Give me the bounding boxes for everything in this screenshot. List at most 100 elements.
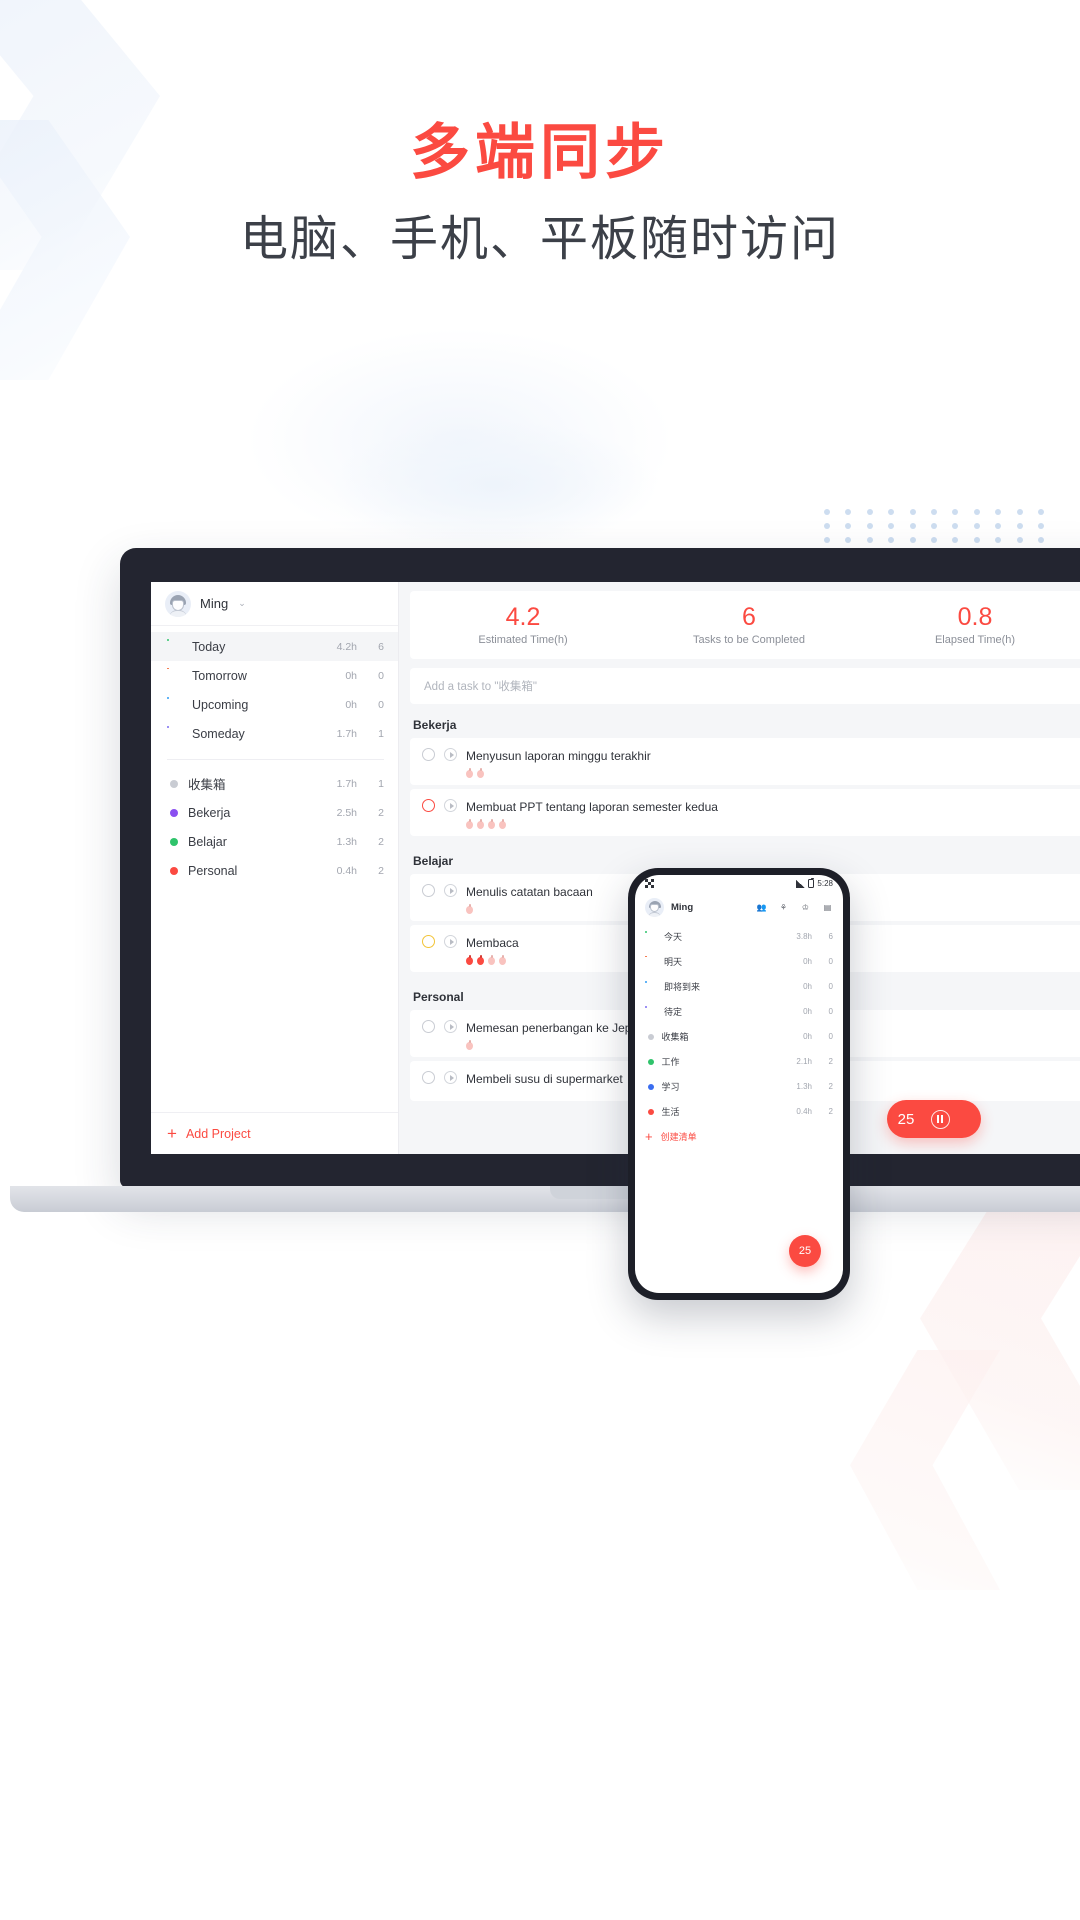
phone-nav-item[interactable]: 待定 0h 0 [635, 999, 843, 1024]
sidebar-item-label: Upcoming [192, 697, 249, 712]
stat-label: Elapsed Time(h) [934, 633, 1016, 646]
pomodoro-dot [466, 1040, 473, 1050]
phone-project-item[interactable]: 生活 0.4h 2 [635, 1099, 843, 1124]
avatar[interactable] [645, 897, 664, 917]
bird-icon[interactable]: ⚘ [778, 902, 789, 913]
profile-row[interactable]: Ming ⌄ [151, 582, 398, 626]
sidebar-item-label: Someday [192, 726, 245, 741]
sidebar-item-upcoming[interactable]: Upcoming 0h 0 [151, 690, 398, 719]
stat-card: 6 Tasks to be Completed [636, 604, 862, 646]
project-color-dot [647, 1083, 654, 1090]
phone-project-item[interactable]: 工作 2.1h 2 [635, 1049, 843, 1074]
add-project-button[interactable]: + Add Project [151, 1112, 398, 1154]
sun-icon [645, 930, 656, 942]
phone-nav-item[interactable]: 明天 0h 0 [635, 949, 843, 974]
stat-value: 4.2 [505, 603, 541, 632]
play-icon[interactable] [444, 748, 457, 761]
phone-nav-item[interactable]: 今天 3.8h 6 [635, 924, 843, 949]
task-row[interactable]: Menyusun laporan minggu terakhir [410, 738, 1080, 785]
play-icon[interactable] [444, 799, 457, 812]
play-icon[interactable] [444, 1071, 457, 1084]
phone-nav-label: 明天 [664, 957, 683, 967]
stat-label: Tasks to be Completed [693, 633, 805, 646]
phone-mockup: 5:28 Ming 👥 ⚘ ♔ ▤ 今天 3.8h 6 明天 0h 0 即将到来 0h 0 待定 0h 0 收… [628, 868, 850, 1300]
phone-nav-count: 0 [828, 982, 833, 991]
task-title: Menyusun laporan minggu terakhir [466, 749, 651, 763]
chevron-decoration-right [850, 1350, 1000, 1590]
phone-nav-time: 0h [803, 957, 812, 966]
sidebar-item-today[interactable]: Today 4.2h 6 [151, 632, 398, 661]
chevron-down-icon[interactable]: ⌄ [238, 598, 246, 609]
task-title: Menulis catatan bacaan [466, 885, 593, 899]
play-icon[interactable] [444, 935, 457, 948]
play-icon[interactable] [444, 884, 457, 897]
project-time: 0.4h [336, 864, 357, 877]
task-row[interactable]: Membuat PPT tentang laporan semester ked… [410, 789, 1080, 836]
stat-card: 4.2 Estimated Time(h) [410, 603, 636, 646]
sidebar-project-item[interactable]: Personal 0.4h 2 [151, 856, 398, 885]
trophy-icon[interactable]: ♔ [800, 902, 811, 913]
sidebar-project-item[interactable]: Bekerja 2.5h 2 [151, 798, 398, 827]
pomodoro-dot [477, 955, 484, 965]
add-task-input[interactable]: Add a task to "收集箱" [410, 668, 1080, 704]
phone-toolbar: 👥 ⚘ ♔ ▤ [756, 902, 833, 913]
add-project-label: Add Project [185, 1126, 251, 1141]
pomodoro-dot [466, 819, 473, 829]
sidebar-item-someday[interactable]: Someday 1.7h 1 [151, 719, 398, 748]
project-count: 2 [378, 806, 384, 819]
task-checkbox[interactable] [422, 748, 435, 761]
plus-icon: + [167, 1124, 177, 1143]
task-checkbox[interactable] [422, 1071, 435, 1084]
page-subtitle: 电脑、手机、平板随时访问 [239, 212, 840, 266]
stats-icon[interactable]: ▤ [822, 902, 833, 913]
create-list-label: 创建清单 [660, 1132, 697, 1142]
task-pomodoros [466, 819, 1074, 829]
sidebar-item-count: 1 [378, 727, 384, 740]
avatar [165, 590, 191, 617]
phone-project-count: 0 [828, 1032, 833, 1041]
create-list-button[interactable]: + 创建清单 [635, 1124, 843, 1149]
phone-nav-item[interactable]: 即将到来 0h 0 [635, 974, 843, 999]
phone-screen: 5:28 Ming 👥 ⚘ ♔ ▤ 今天 3.8h 6 明天 0h 0 即将到来 0h 0 待定 0h 0 收… [635, 875, 843, 1293]
people-icon[interactable]: 👥 [756, 902, 767, 913]
sidebar-project-item[interactable]: Belajar 1.3h 2 [151, 827, 398, 856]
sidebar-project-item[interactable]: 收集箱 1.7h 1 [151, 769, 398, 798]
phone-project-label: 学习 [661, 1082, 680, 1092]
sidebar-item-time: 4.2h [336, 640, 357, 653]
sidebar-item-label: Tomorrow [192, 668, 247, 683]
phone-project-label: 收集箱 [661, 1032, 689, 1042]
phone-project-time: 2.1h [796, 1057, 812, 1066]
phone-pomodoro-button[interactable]: 25 [789, 1235, 821, 1267]
pomodoro-dot [466, 955, 473, 965]
phone-project-item[interactable]: 收集箱 0h 0 [635, 1024, 843, 1049]
stat-card: 0.8 Elapsed Time(h) [862, 604, 1080, 646]
pomodoro-dot [466, 768, 473, 778]
pomodoro-timer-button[interactable]: 25 [887, 1100, 981, 1138]
project-time: 2.5h [336, 806, 357, 819]
phone-project-item[interactable]: 学习 1.3h 2 [635, 1074, 843, 1099]
headline-block: 多端同步 电脑、手机、平板随时访问 [0, 118, 1080, 268]
task-checkbox[interactable] [422, 935, 435, 948]
task-checkbox[interactable] [422, 1020, 435, 1033]
task-checkbox[interactable] [422, 884, 435, 897]
project-color-dot [170, 866, 178, 875]
task-title: Membaca [466, 936, 519, 950]
pomodoro-dot [488, 955, 495, 965]
sidebar-item-time: 0h [345, 669, 357, 682]
sidebar-projects: 收集箱 1.7h 1 Bekerja 2.5h 2 Belajar 1.3h 2 Personal… [151, 769, 398, 885]
sun-icon [167, 638, 182, 654]
phone-nav-label: 今天 [664, 932, 683, 942]
project-label: Bekerja [188, 805, 231, 820]
sunset-icon [645, 956, 656, 967]
task-checkbox[interactable] [422, 799, 435, 812]
phone-project-label: 生活 [661, 1107, 680, 1117]
pause-icon[interactable] [931, 1109, 950, 1129]
laptop-screen: Ming ⌄ Today 4.2h 6 Tomorrow 0h 0 Upcoming 0h 0 S… [151, 582, 1080, 1154]
phone-project-time: 0h [803, 1032, 812, 1041]
laptop-mockup: Ming ⌄ Today 4.2h 6 Tomorrow 0h 0 Upcoming 0h 0 S… [10, 548, 1080, 1212]
desktop-sidebar: Ming ⌄ Today 4.2h 6 Tomorrow 0h 0 Upcoming 0h 0 S… [151, 582, 399, 1154]
project-color-dot [170, 808, 178, 817]
play-icon[interactable] [444, 1020, 457, 1033]
task-title: Membuat PPT tentang laporan semester ked… [466, 800, 718, 814]
sidebar-item-tomorrow[interactable]: Tomorrow 0h 0 [151, 661, 398, 690]
